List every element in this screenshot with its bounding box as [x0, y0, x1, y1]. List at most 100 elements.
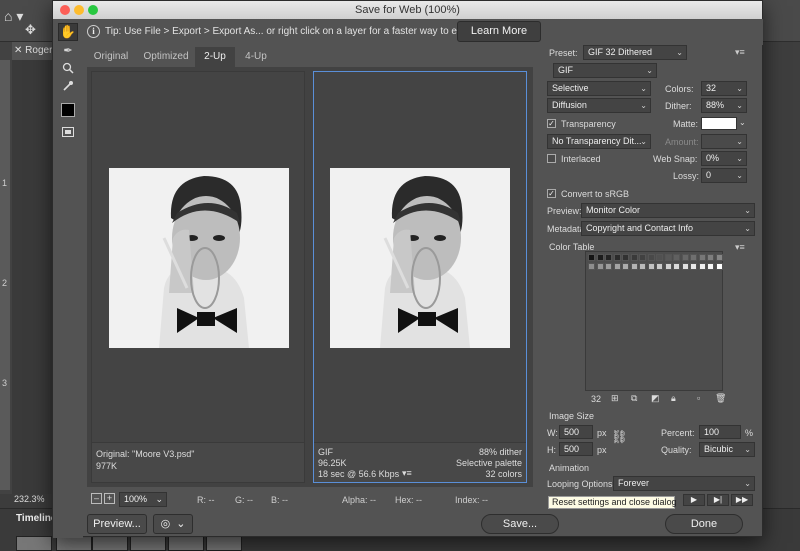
color-swatch[interactable] [673, 262, 680, 270]
color-swatch[interactable] [605, 254, 612, 261]
color-swatch[interactable] [588, 262, 595, 270]
dither-algorithm-select[interactable]: Diffusion ⌄ [547, 98, 651, 113]
trash-icon[interactable]: 🗑︎ [715, 393, 726, 404]
next-frame-icon[interactable]: ▶| [707, 494, 729, 506]
color-swatch[interactable] [656, 262, 663, 270]
slice-select-tool-icon[interactable]: ✒ [58, 41, 78, 59]
timeline-frame[interactable] [206, 536, 242, 551]
color-swatch[interactable] [596, 262, 604, 270]
web-safe-icon[interactable]: ◩ [651, 393, 660, 404]
zoom-out-button[interactable]: – [91, 493, 102, 504]
color-swatch[interactable] [588, 254, 595, 261]
color-swatch[interactable] [630, 262, 638, 270]
color-reduction-select[interactable]: Selective ⌄ [547, 81, 651, 96]
color-table[interactable] [585, 251, 723, 391]
dither-amount-select[interactable]: 88% ⌄ [701, 98, 747, 113]
zoom-in-button[interactable]: + [104, 493, 115, 504]
play-icon[interactable]: ▶ [683, 494, 705, 506]
preview-color-select[interactable]: Monitor Color ⌄ [581, 203, 755, 218]
zoom-tool-icon[interactable] [58, 59, 78, 77]
color-table-menu-icon[interactable]: ▾≡ [735, 242, 745, 253]
eyedropper-tool-icon[interactable] [58, 77, 78, 95]
zoom-select[interactable]: 100% ⌄ [119, 492, 167, 507]
color-swatch[interactable] [630, 254, 638, 261]
preset-select[interactable]: GIF 32 Dithered ⌄ [583, 45, 687, 60]
timeline-frame[interactable] [92, 536, 128, 551]
done-button[interactable]: Done [665, 514, 743, 534]
lossy-select[interactable]: 0 ⌄ [701, 168, 747, 183]
chevron-down-icon[interactable]: ⌄ [739, 118, 746, 127]
color-swatch[interactable] [613, 254, 621, 261]
color-swatch[interactable] [707, 254, 714, 261]
colors-select[interactable]: 32 ⌄ [701, 81, 747, 96]
download-rate-menu-icon[interactable]: ▾≡ [402, 468, 412, 479]
color-swatch[interactable] [698, 254, 706, 261]
color-swatch[interactable] [664, 254, 672, 261]
link-icon[interactable]: ⛓︎ [611, 429, 628, 445]
color-swatch[interactable] [639, 262, 646, 270]
color-swatch[interactable] [690, 262, 697, 270]
file-format-select[interactable]: GIF ⌄ [553, 63, 657, 78]
interlaced-checkbox[interactable] [547, 154, 556, 163]
timeline-frame[interactable] [16, 536, 52, 551]
tab-2-up[interactable]: 2-Up [195, 47, 235, 67]
learn-more-button[interactable]: Learn More [457, 21, 541, 42]
color-swatch[interactable] [596, 254, 604, 261]
tab-optimized[interactable]: Optimized [137, 47, 195, 67]
height-input[interactable]: 500 [559, 442, 593, 456]
toggle-slices-icon[interactable] [58, 123, 78, 141]
tab-4-up[interactable]: 4-Up [237, 47, 275, 67]
web-snap-label: Web Snap: [653, 154, 698, 164]
color-swatch[interactable] [622, 254, 629, 261]
color-swatch[interactable] [698, 262, 706, 270]
convert-srgb-checkbox[interactable]: ✓ [547, 189, 556, 198]
metadata-select[interactable]: Copyright and Contact Info ⌄ [581, 221, 755, 236]
color-swatch[interactable] [656, 254, 663, 261]
optimize-menu-icon[interactable]: ▾≡ [735, 47, 745, 58]
color-swatch[interactable] [681, 254, 689, 261]
color-swatch[interactable] [639, 254, 646, 261]
color-swatch[interactable] [707, 262, 714, 270]
color-swatch[interactable] [690, 254, 697, 261]
quality-select[interactable]: Bicubic ⌄ [699, 442, 755, 457]
preview-button[interactable]: Preview... [87, 514, 147, 534]
web-shift-icon[interactable]: ⊞ [611, 393, 619, 404]
move-tool-icon[interactable]: ✥ [25, 22, 47, 38]
color-swatch[interactable] [647, 262, 655, 270]
timeline-frame[interactable] [130, 536, 166, 551]
last-frame-icon[interactable]: ▶▶ [731, 494, 753, 506]
add-color-icon[interactable]: ⧉ [631, 393, 637, 404]
matte-color-swatch[interactable] [701, 117, 737, 130]
document-tab[interactable]: ✕ Roger [12, 42, 52, 60]
web-snap-select[interactable]: 0% ⌄ [701, 151, 747, 166]
transparency-dither-select[interactable]: No Transparency Dit... ⌄ [547, 134, 651, 149]
lock-color-icon[interactable]: 🔒︎ [671, 393, 676, 404]
timeline-frame[interactable] [56, 536, 92, 551]
transparency-checkbox[interactable]: ✓ [547, 119, 556, 128]
color-swatch[interactable] [647, 254, 655, 261]
optimized-preview-pane[interactable]: GIF 96.25K 18 sec @ 56.6 Kbps ▾≡ 88% dit… [313, 71, 527, 483]
optimized-image [330, 168, 510, 348]
zoom-window-icon[interactable] [88, 5, 98, 15]
hand-tool-icon[interactable]: ✋ [58, 23, 78, 41]
color-swatch[interactable] [622, 262, 629, 270]
color-swatch[interactable] [715, 262, 723, 270]
color-swatch[interactable] [613, 262, 621, 270]
eyedropper-color-swatch[interactable] [61, 103, 75, 117]
preview-browser-select[interactable]: ◎ ⌄ [153, 514, 193, 534]
timeline-frame[interactable] [168, 536, 204, 551]
close-window-icon[interactable] [60, 5, 70, 15]
save-button[interactable]: Save... [481, 514, 559, 534]
new-color-icon[interactable]: ▫ [697, 393, 700, 403]
width-input[interactable]: 500 [559, 425, 593, 439]
minimize-window-icon[interactable] [74, 5, 84, 15]
color-swatch[interactable] [605, 262, 612, 270]
color-swatch[interactable] [715, 254, 723, 261]
percent-input[interactable]: 100 [699, 425, 741, 439]
color-swatch[interactable] [664, 262, 672, 270]
original-preview-pane[interactable]: Original: "Moore V3.psd" 977K [91, 71, 305, 483]
color-swatch[interactable] [681, 262, 689, 270]
tab-original[interactable]: Original [87, 47, 135, 67]
looping-select[interactable]: Forever ⌄ [613, 476, 755, 491]
color-swatch[interactable] [673, 254, 680, 261]
